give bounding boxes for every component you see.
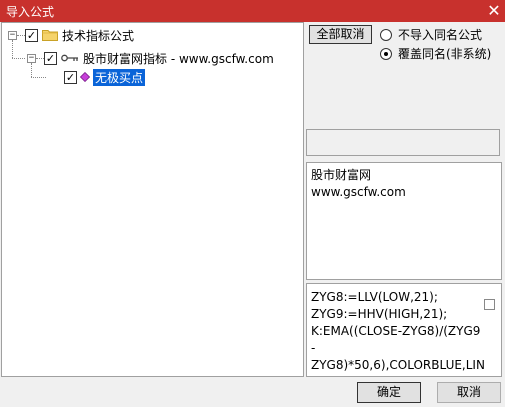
radio-skip-label: 不导入同名公式 <box>398 28 483 42</box>
formula-diamond-icon <box>80 72 90 82</box>
status-box <box>306 129 500 156</box>
folder-icon <box>42 30 58 41</box>
tree-node-label: 股市财富网指标 - www.gscfw.com <box>83 51 274 66</box>
code-checkbox[interactable] <box>484 299 495 310</box>
tree-node-group[interactable]: − ✓ 股市财富网指标 - www.gscfw.com <box>27 49 274 67</box>
collapse-icon[interactable]: − <box>8 30 17 40</box>
radio-skip-icon[interactable] <box>380 28 392 41</box>
tree-connector <box>31 77 46 78</box>
window-title: 导入公式 <box>6 5 55 19</box>
key-icon <box>61 54 78 62</box>
collapse-icon[interactable]: − <box>27 53 36 63</box>
title-bar: 导入公式 ✕ <box>0 0 505 22</box>
root-checkbox[interactable]: ✓ <box>25 28 38 42</box>
tree-node-item[interactable]: ✓ 无极买点 <box>64 68 146 86</box>
tree-connector <box>12 58 25 59</box>
close-icon[interactable]: ✕ <box>483 0 505 22</box>
formula-tree: − ✓ 技术指标公式 − ✓ 股市财富网指标 - www.gscfw.com ✓… <box>1 22 304 377</box>
formula-code-box: ZYG8:=LLV(LOW,21); ZYG9:=HHV(HIGH,21); K… <box>306 283 502 377</box>
tree-node-label-selected: 无极买点 <box>93 68 146 86</box>
description-box: 股市财富网 www.gscfw.com <box>306 162 502 280</box>
ok-button[interactable]: 确定 <box>357 382 421 403</box>
deselect-all-button[interactable]: 全部取消 <box>309 25 372 44</box>
group-checkbox[interactable]: ✓ <box>44 51 57 65</box>
description-text: 股市财富网 www.gscfw.com <box>311 168 406 199</box>
item-checkbox[interactable]: ✓ <box>64 70 77 84</box>
radio-overwrite[interactable]: 覆盖同名(非系统) <box>380 45 491 62</box>
formula-code-text: ZYG8:=LLV(LOW,21); ZYG9:=HHV(HIGH,21); K… <box>311 290 485 372</box>
tree-node-label: 技术指标公式 <box>62 28 135 43</box>
radio-skip-duplicates[interactable]: 不导入同名公式 <box>380 26 482 43</box>
radio-overwrite-icon[interactable] <box>380 47 392 60</box>
tree-node-root[interactable]: − ✓ 技术指标公式 <box>8 26 134 44</box>
cancel-button[interactable]: 取消 <box>437 382 501 403</box>
radio-overwrite-label: 覆盖同名(非系统) <box>398 47 492 61</box>
